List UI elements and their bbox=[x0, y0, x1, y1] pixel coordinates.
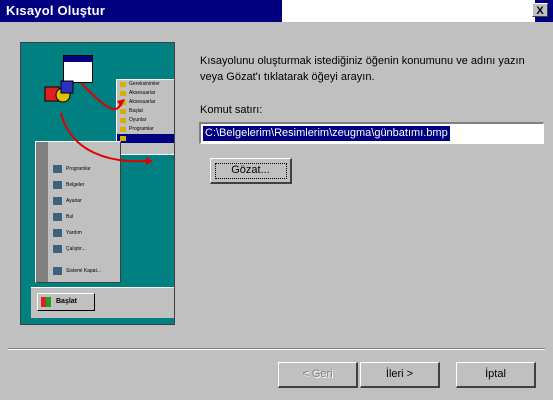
next-button[interactable]: İleri > bbox=[360, 362, 440, 388]
title-bar: Kısayol Oluştur X bbox=[0, 0, 553, 22]
command-line-label-text: Komut satırı: bbox=[200, 104, 263, 116]
browse-button[interactable]: Gözat... bbox=[210, 158, 292, 184]
back-button[interactable]: < Geri bbox=[278, 362, 358, 388]
command-line-value: C:\Belgelerim\Resimlerim\zeugma\günbatım… bbox=[203, 126, 450, 141]
command-line-label: Komut satırı: bbox=[200, 104, 262, 116]
title-bar-highlight bbox=[282, 0, 535, 22]
command-line-input[interactable]: C:\Belgelerim\Resimlerim\zeugma\günbatım… bbox=[199, 122, 544, 144]
separator bbox=[8, 348, 545, 350]
wizard-illustration: Gereksinimler Aksesuarlar Aksesuarlar Ba… bbox=[20, 42, 175, 325]
close-button[interactable]: X bbox=[532, 3, 548, 17]
cancel-button[interactable]: İptal bbox=[456, 362, 536, 388]
create-shortcut-dialog: Kısayol Oluştur X Gereksinimler Aksesuar… bbox=[0, 0, 553, 400]
instructions-text: Kısayolunu oluşturmak istediğiniz öğenin… bbox=[200, 55, 525, 83]
red-arrows-icon bbox=[60, 82, 153, 165]
window-title: Kısayol Oluştur bbox=[6, 3, 106, 18]
